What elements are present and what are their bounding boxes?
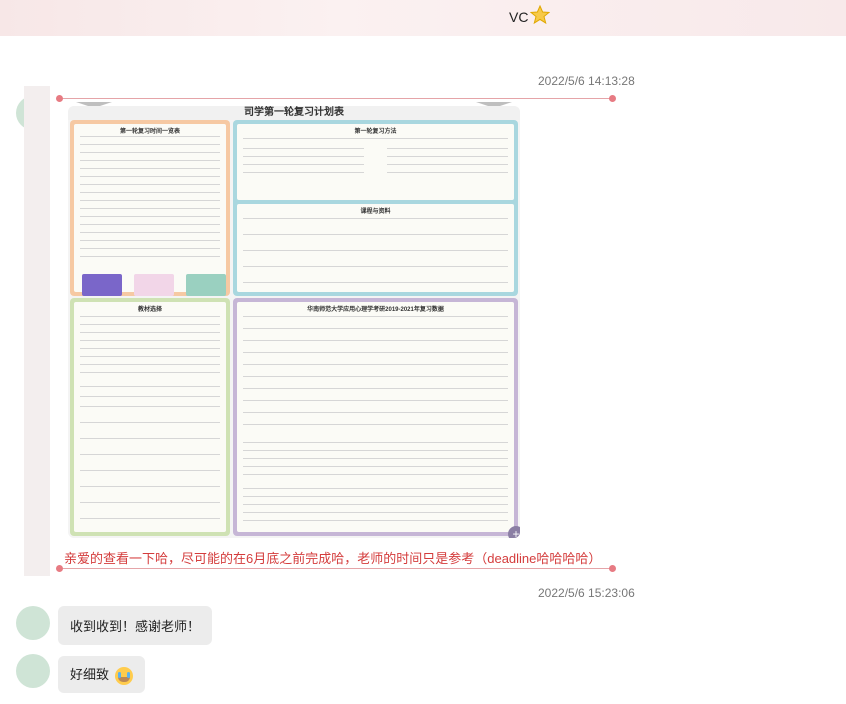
stats-title: 华南师范大学应用心理学考研2019-2021年复习数据 <box>307 307 444 313</box>
methods-section: 第一轮复习方法 课程与资料 <box>233 120 518 296</box>
message-timestamp: 2022/5/6 14:13:28 <box>538 74 635 88</box>
text-message[interactable]: 好细致 <box>58 656 145 693</box>
book-thumbnails <box>82 274 226 296</box>
calendar-section: 第一轮复习时间一览表 <box>70 120 230 296</box>
message-timestamp: 2022/5/6 15:23:06 <box>538 586 635 600</box>
calendar-title: 第一轮复习时间一览表 <box>119 129 180 135</box>
study-plan-poster[interactable]: 司学第一轮复习计划表 第一轮复习时间一览表 第一轮复习方法 课程与资料 教材选择… <box>68 106 520 538</box>
stats-section: 华南师范大学应用心理学考研2019-2021年复习数据 <box>233 298 518 536</box>
crying-face-icon <box>114 666 133 685</box>
poster-title: 司学第一轮复习计划表 <box>68 106 520 120</box>
chat-header: VC <box>0 0 846 36</box>
star-icon[interactable] <box>530 5 550 25</box>
avatar[interactable] <box>16 606 50 640</box>
methods-title: 第一轮复习方法 <box>354 129 397 135</box>
resources-title: 课程与资料 <box>360 209 391 215</box>
books-title: 教材选择 <box>137 307 162 313</box>
message-text: 收到收到！感谢老师！ <box>70 619 201 634</box>
message-text: 好细致 <box>70 667 110 682</box>
avatar[interactable] <box>16 654 50 688</box>
decorative-border-bottom <box>56 564 616 574</box>
books-section: 教材选择 <box>70 298 230 536</box>
zoom-icon[interactable]: + <box>508 526 520 538</box>
image-message[interactable]: 司学第一轮复习计划表 第一轮复习时间一览表 第一轮复习方法 课程与资料 教材选择… <box>56 94 616 574</box>
text-message[interactable]: 收到收到！感谢老师！ <box>58 606 213 645</box>
chat-title: VC <box>509 9 529 25</box>
message-side-bar <box>24 86 50 576</box>
decorative-border-top <box>56 94 616 108</box>
chat-area[interactable]: 2022/5/6 14:13:28 司学第一轮复习计划表 第一轮复习时间一览表 <box>0 36 846 704</box>
